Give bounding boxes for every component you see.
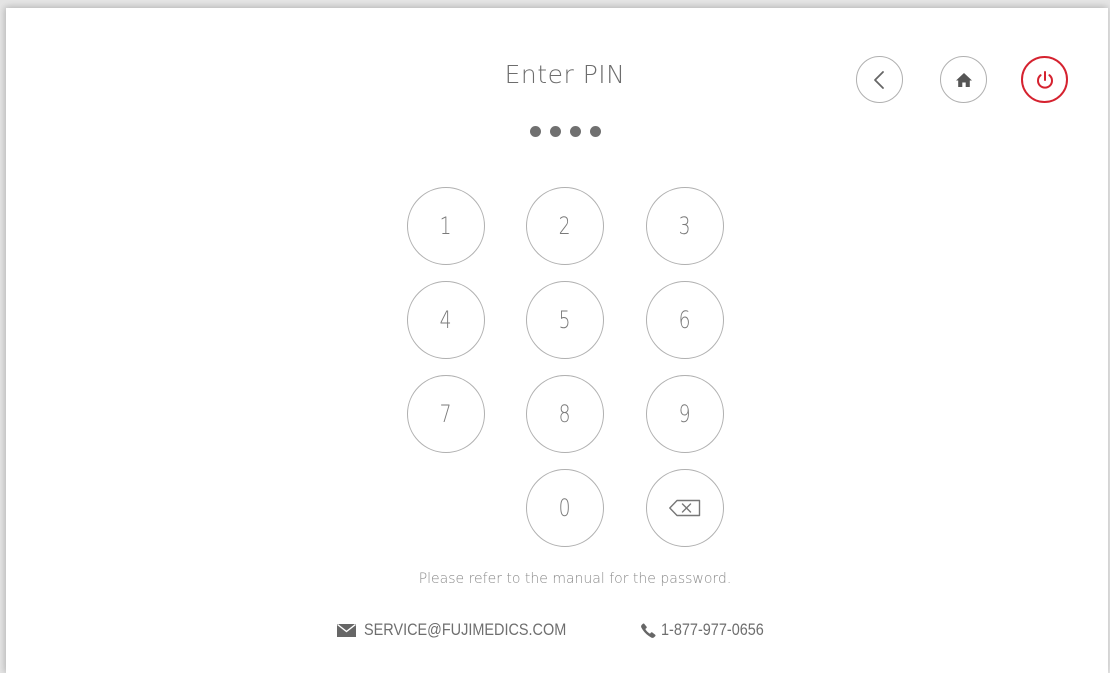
chevron-left-icon (872, 70, 888, 90)
key-label: 2 (559, 212, 571, 240)
key-label: 0 (559, 494, 571, 522)
power-icon (1034, 69, 1056, 91)
key-label: 6 (679, 306, 691, 334)
key-label: 5 (559, 306, 571, 334)
key-label: 9 (679, 400, 691, 428)
key-label: 8 (559, 400, 571, 428)
key-3[interactable]: 3 (646, 187, 724, 265)
home-button[interactable] (940, 56, 987, 103)
key-0[interactable]: 0 (526, 469, 604, 547)
key-8[interactable]: 8 (526, 375, 604, 453)
key-label: 7 (440, 400, 452, 428)
key-label: 3 (679, 212, 691, 240)
pin-dot (529, 126, 541, 137)
phone-contact: 1-877-977-0656 (641, 620, 782, 640)
pin-dot (589, 126, 601, 137)
pin-dot (569, 126, 581, 137)
backspace-button[interactable] (646, 469, 724, 547)
pin-dot (549, 126, 561, 137)
envelope-icon (337, 623, 356, 637)
power-button[interactable] (1021, 56, 1068, 103)
email-contact: SERVICE@FUJIMEDICS.COM (337, 620, 635, 640)
pin-indicator (0, 126, 1110, 137)
back-button[interactable] (856, 56, 903, 103)
key-label: 4 (440, 306, 452, 334)
key-2[interactable]: 2 (526, 187, 604, 265)
key-6[interactable]: 6 (646, 281, 724, 359)
phone-icon (641, 622, 656, 638)
key-5[interactable]: 5 (526, 281, 604, 359)
phone-text: 1-877-977-0656 (661, 620, 764, 639)
key-4[interactable]: 4 (407, 281, 485, 359)
key-7[interactable]: 7 (407, 375, 485, 453)
backspace-icon (668, 499, 702, 517)
home-icon (955, 72, 973, 88)
key-9[interactable]: 9 (646, 375, 724, 453)
email-text: SERVICE@FUJIMEDICS.COM (364, 620, 567, 639)
password-hint: Please refer to the manual for the passw… (418, 571, 732, 587)
contact-info: SERVICE@FUJIMEDICS.COM 1-877-977-0656 (337, 620, 782, 640)
key-label: 1 (440, 212, 452, 240)
key-1[interactable]: 1 (407, 187, 485, 265)
